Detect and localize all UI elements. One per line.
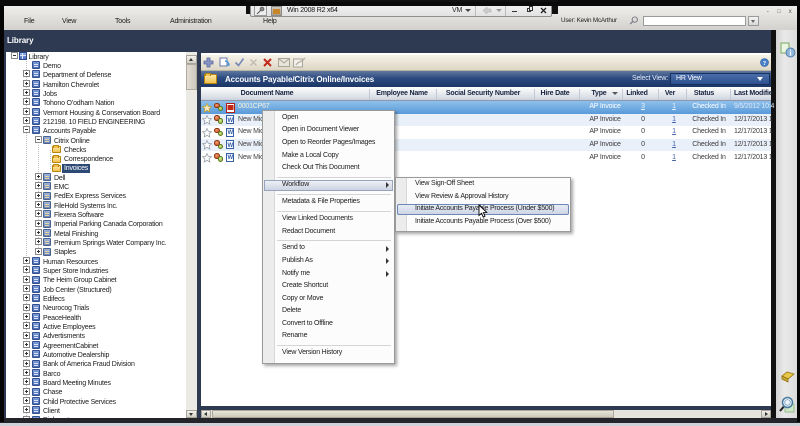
svg-text:?: ? bbox=[763, 60, 766, 67]
